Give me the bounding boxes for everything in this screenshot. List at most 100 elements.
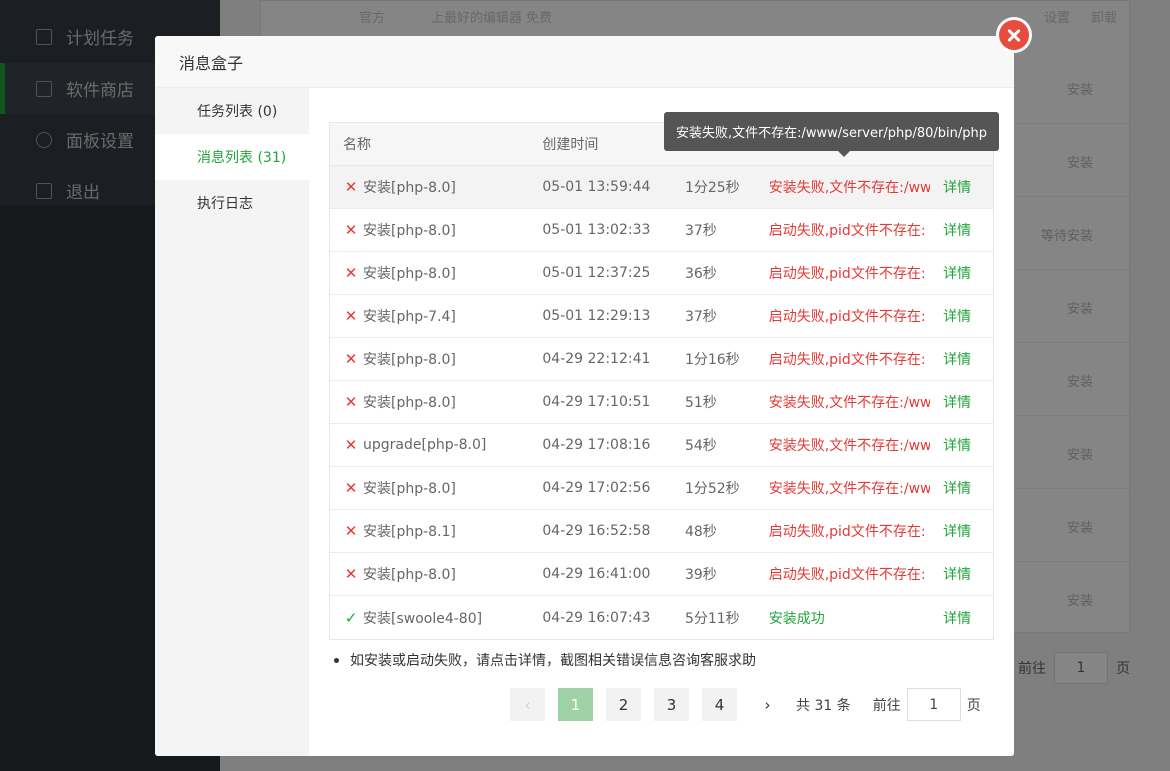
cross-icon: ✕ (344, 393, 358, 411)
cross-icon: ✕ (344, 178, 358, 196)
cross-icon: ✕ (344, 479, 358, 497)
table-row: ✓ 安装[swoole4-80] 04-29 16:07:43 5分11秒 安装成功 详情 (330, 596, 993, 639)
cell-name: ✕ 安装[php-8.0] (330, 392, 529, 412)
close-icon (999, 20, 1029, 50)
page-button-1[interactable]: 1 (558, 688, 593, 721)
cell-result[interactable]: 启动失败,pid文件不存在: (756, 220, 930, 240)
tab-label: 消息列表 (31) (197, 150, 287, 166)
detail-link[interactable]: 详情 (930, 478, 993, 498)
cell-created-time: 04-29 16:07:43 (542, 609, 651, 626)
tab-message-list[interactable]: 消息列表 (31) (155, 134, 309, 180)
pagination-goto: 前往 (872, 697, 901, 714)
task-name: 安装[php-8.1] (363, 524, 456, 540)
cell-result[interactable]: 启动失败,pid文件不存在: (756, 349, 930, 369)
cell-created-time: 04-29 17:02:56 (542, 480, 651, 496)
detail-link[interactable]: 详情 (930, 349, 993, 369)
cell-name: ✕ upgrade[php-8.0] (330, 436, 529, 454)
cell-name: ✕ 安装[php-7.4] (330, 306, 529, 326)
task-name: 安装[php-8.0] (363, 180, 456, 196)
task-name: 安装[php-7.4] (363, 309, 456, 325)
cell-result[interactable]: 安装失败,文件不存在:/www/server/php/80/bin/php (756, 392, 930, 412)
detail-link[interactable]: 详情 (930, 177, 993, 197)
pagination-unit: 页 (966, 697, 981, 714)
pagination-total: 共 31 条 (796, 697, 851, 714)
result-tooltip: 安装失败,文件不存在:/www/server/php/80/bin/php (664, 112, 999, 157)
check-icon: ✓ (344, 608, 358, 627)
cross-icon: ✕ (344, 307, 358, 325)
prev-page-button[interactable]: ‹ (510, 688, 545, 721)
table-row: ✕ upgrade[php-8.0] 04-29 17:08:16 54秒 安装失败,文… (330, 424, 993, 467)
cell-name: ✕ 安装[php-8.0] (330, 220, 529, 240)
cell-duration: 1分16秒 (684, 352, 740, 368)
task-name: 安装[php-8.0] (363, 481, 456, 497)
cell-result[interactable]: 启动失败,pid文件不存在: (756, 306, 930, 326)
page-button-4[interactable]: 4 (702, 688, 737, 721)
cell-name: ✓ 安装[swoole4-80] (330, 608, 529, 628)
tab-task-list[interactable]: 任务列表 (0) (155, 88, 309, 134)
cell-duration: 54秒 (684, 438, 717, 454)
modal-header: 消息盒子 (155, 36, 1014, 88)
cell-result[interactable]: 安装成功 (756, 608, 930, 628)
modal-title: 消息盒子 (179, 53, 244, 73)
task-name: 安装[php-8.0] (363, 352, 456, 368)
table-row: ✕ 安装[php-8.0] 04-29 16:41:00 39秒 启动失败,pid文件不… (330, 553, 993, 596)
task-name: 安装[php-8.0] (363, 567, 456, 583)
detail-link[interactable]: 详情 (930, 263, 993, 283)
cell-result[interactable]: 安装失败,文件不存在:/www/server/php/80/bin/php (756, 478, 930, 498)
detail-link[interactable]: 详情 (930, 435, 993, 455)
detail-link[interactable]: 详情 (930, 564, 993, 584)
detail-link[interactable]: 详情 (930, 521, 993, 541)
table-row: ✕ 安装[php-8.0] 04-29 17:02:56 1分52秒 安装失败,文件不存… (330, 467, 993, 510)
page-jump-input[interactable]: 1 (906, 688, 961, 721)
detail-link[interactable]: 详情 (930, 220, 993, 240)
cell-duration: 1分52秒 (684, 481, 740, 497)
cross-icon: ✕ (344, 522, 358, 540)
cell-duration: 39秒 (684, 567, 717, 583)
cross-icon: ✕ (344, 221, 358, 239)
cell-created-time: 05-01 13:59:44 (542, 179, 651, 195)
cell-result[interactable]: 启动失败,pid文件不存在: (756, 263, 930, 283)
cell-result[interactable]: 安装失败,文件不存在:/www/server/php/80/bin/php (756, 177, 930, 197)
detail-link[interactable]: 详情 (930, 306, 993, 326)
cell-created-time: 04-29 22:12:41 (542, 351, 651, 367)
cell-created-time: 04-29 16:41:00 (542, 566, 651, 582)
next-page-button[interactable]: › (750, 688, 785, 721)
detail-link[interactable]: 详情 (930, 608, 993, 628)
cell-name: ✕ 安装[php-8.0] (330, 177, 529, 197)
page-button-3[interactable]: 3 (654, 688, 689, 721)
table-row: ✕ 安装[php-8.0] 05-01 13:59:44 1分25秒 安装失败,文件不存… (330, 166, 993, 209)
detail-link[interactable]: 详情 (930, 392, 993, 412)
cell-duration: 37秒 (684, 309, 717, 325)
cell-created-time: 04-29 17:08:16 (542, 437, 651, 453)
cell-result[interactable]: 安装失败,文件不存在:/www/server/php/80/bin/php (756, 435, 930, 455)
pagination: ‹ 1 2 3 4 › 共 31 条 前往 1 页 (510, 688, 981, 721)
cross-icon: ✕ (344, 436, 358, 454)
cell-created-time: 04-29 16:52:58 (542, 523, 651, 539)
table-row: ✕ 安装[php-8.0] 05-01 13:02:33 37秒 启动失败,pid文件不… (330, 209, 993, 252)
page-button-2[interactable]: 2 (606, 688, 641, 721)
cell-name: ✕ 安装[php-8.0] (330, 564, 529, 584)
task-name: 安装[swoole4-80] (363, 610, 483, 627)
table-body: ✕ 安装[php-8.0] 05-01 13:59:44 1分25秒 安装失败,文件不存… (330, 166, 993, 639)
cell-name: ✕ 安装[php-8.1] (330, 521, 529, 541)
task-name: 安装[php-8.0] (363, 266, 456, 282)
header-name: 名称 (343, 137, 371, 153)
cell-result[interactable]: 启动失败,pid文件不存在: (756, 521, 930, 541)
table-row: ✕ 安装[php-8.0] 04-29 22:12:41 1分16秒 启动失败,pid文… (330, 338, 993, 381)
tab-execution-log[interactable]: 执行日志 (155, 180, 309, 226)
cell-result[interactable]: 启动失败,pid文件不存在: (756, 564, 930, 584)
cell-name: ✕ 安装[php-8.0] (330, 349, 529, 369)
help-note-text: 如安装或启动失败，请点击详情，截图相关错误信息咨询客服求助 (350, 653, 756, 669)
close-modal-button[interactable] (996, 17, 1032, 53)
cell-duration: 5分11秒 (684, 610, 740, 627)
cell-duration: 37秒 (684, 223, 717, 239)
table-row: ✕ 安装[php-7.4] 05-01 12:29:13 37秒 启动失败,pid文件不… (330, 295, 993, 338)
tooltip-text: 安装失败,文件不存在:/www/server/php/80/bin/php (676, 126, 987, 141)
table-row: ✕ 安装[php-8.1] 04-29 16:52:58 48秒 启动失败,pid文件不… (330, 510, 993, 553)
table-row: ✕ 安装[php-8.0] 04-29 17:10:51 51秒 安装失败,文件不存在:… (330, 381, 993, 424)
header-created-time: 创建时间 (542, 137, 599, 153)
cell-name: ✕ 安装[php-8.0] (330, 263, 529, 283)
message-table: 名称 创建时间 ✕ 安装[php-8.0] 05-01 13:59:44 1分25秒安… (329, 122, 994, 640)
cross-icon: ✕ (344, 264, 358, 282)
cell-duration: 1分25秒 (684, 180, 740, 196)
